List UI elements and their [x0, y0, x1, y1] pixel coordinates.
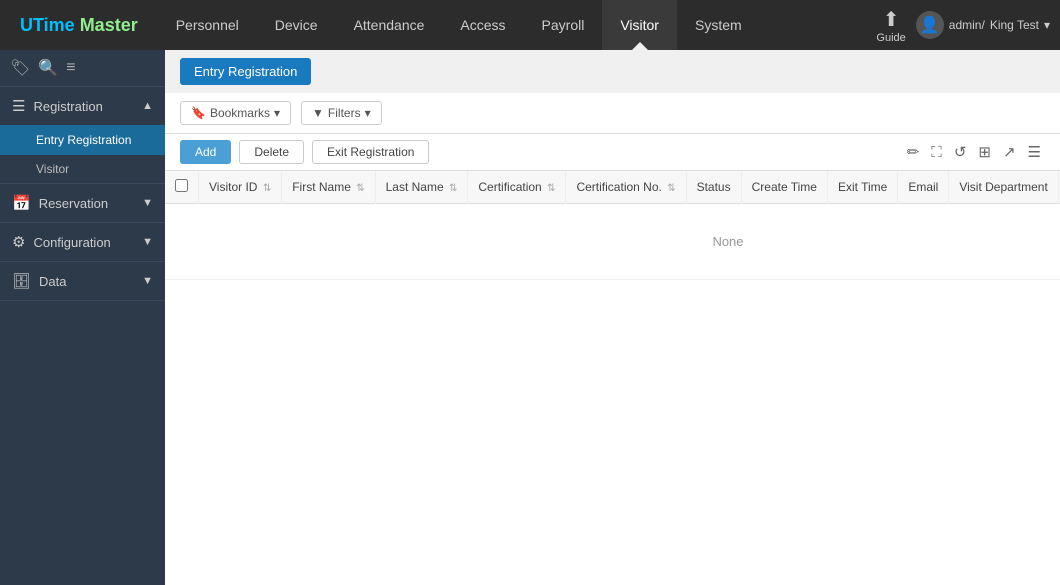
- certification-sort-icon: ⇅: [547, 183, 555, 194]
- bookmark-icon: 🔖: [191, 106, 206, 120]
- sidebar-section-registration: ☰ Registration ▲ Entry Registration Visi…: [0, 87, 165, 184]
- user-prefix: admin/: [949, 18, 985, 32]
- sidebar-section-configuration-header[interactable]: ⚙ Configuration ▼: [0, 223, 165, 261]
- col-visit-department: Visit Department: [949, 171, 1058, 204]
- select-all-checkbox[interactable]: [175, 179, 188, 192]
- expand-icon-button[interactable]: ⛶: [927, 142, 946, 163]
- nav-attendance[interactable]: Attendance: [336, 0, 443, 50]
- empty-state-text: None: [165, 204, 1060, 280]
- exit-registration-button[interactable]: Exit Registration: [312, 140, 429, 164]
- reservation-chevron-icon: ▼: [142, 197, 153, 209]
- delete-button[interactable]: Delete: [239, 140, 304, 164]
- registration-section-label: Registration: [33, 99, 102, 114]
- top-navigation: UTime Master Personnel Device Attendance…: [0, 0, 1060, 50]
- app-logo: UTime Master: [10, 15, 148, 36]
- content-header: Entry Registration: [165, 50, 1060, 93]
- filter-icon: ▼: [312, 106, 324, 120]
- col-status: Status: [686, 171, 741, 204]
- list-icon[interactable]: ≡: [66, 59, 75, 77]
- user-avatar: 👤: [916, 11, 944, 39]
- logo-master: Master: [80, 15, 138, 35]
- search-icon[interactable]: 🔍: [38, 58, 58, 78]
- main-content: Entry Registration 🔖 Bookmarks ▾ ▼ Filte…: [165, 50, 1060, 585]
- export-icon-button[interactable]: ↗: [999, 141, 1020, 163]
- table-empty-row: None: [165, 204, 1060, 280]
- col-create-time: Create Time: [741, 171, 827, 204]
- bookmarks-label: Bookmarks: [210, 106, 270, 120]
- guide-button[interactable]: ⬆ Guide: [876, 7, 905, 44]
- col-email: Email: [898, 171, 949, 204]
- sidebar: 🏷 🔍 ≡ ☰ Registration ▲ Entry Registratio…: [0, 50, 165, 585]
- edit-icon-button[interactable]: ✏: [903, 141, 924, 163]
- registration-chevron-icon: ▲: [142, 100, 153, 112]
- sidebar-section-reservation: 📅 Reservation ▼: [0, 184, 165, 223]
- filters-button[interactable]: ▼ Filters ▾: [301, 101, 382, 125]
- add-button[interactable]: Add: [180, 140, 231, 164]
- nav-access[interactable]: Access: [442, 0, 523, 50]
- bookmarks-chevron-icon: ▾: [274, 106, 280, 120]
- col-exit-time: Exit Time: [827, 171, 897, 204]
- user-name: King Test: [990, 18, 1039, 32]
- col-certification[interactable]: Certification ⇅: [468, 171, 566, 204]
- nav-system[interactable]: System: [677, 0, 760, 50]
- sidebar-section-data: 🗄 Data ▼: [0, 262, 165, 301]
- registration-section-icon: ☰: [12, 97, 25, 115]
- tag-icon[interactable]: 🏷: [10, 58, 30, 78]
- actions-bar: Add Delete Exit Registration ✏ ⛶ ↺ ⊞ ↗ ☰: [165, 134, 1060, 171]
- col-certification-no[interactable]: Certification No. ⇅: [566, 171, 686, 204]
- refresh-icon-button[interactable]: ↺: [950, 141, 971, 163]
- nav-right-section: ⬆ Guide 👤 admin/King Test ▾: [876, 7, 1050, 44]
- sidebar-section-reservation-header[interactable]: 📅 Reservation ▼: [0, 184, 165, 222]
- settings-icon-button[interactable]: ☰: [1024, 141, 1045, 163]
- visitor-id-sort-icon: ⇅: [263, 183, 271, 194]
- icon-buttons-group: ✏ ⛶ ↺ ⊞ ↗ ☰: [903, 141, 1045, 163]
- nav-personnel[interactable]: Personnel: [158, 0, 257, 50]
- data-section-icon: 🗄: [12, 272, 31, 290]
- reservation-section-icon: 📅: [12, 194, 31, 212]
- col-visitor-id[interactable]: Visitor ID ⇅: [199, 171, 282, 204]
- entry-registration-tab-button[interactable]: Entry Registration: [180, 58, 311, 85]
- logo-time: Time: [33, 15, 80, 35]
- nav-device[interactable]: Device: [257, 0, 336, 50]
- configuration-chevron-icon: ▼: [142, 236, 153, 248]
- guide-icon: ⬆: [883, 7, 900, 32]
- logo-utime: U: [20, 15, 33, 35]
- registration-section-items: Entry Registration Visitor: [0, 125, 165, 183]
- last-name-sort-icon: ⇅: [449, 183, 457, 194]
- nav-menu: Personnel Device Attendance Access Payro…: [158, 0, 877, 50]
- sidebar-section-data-header[interactable]: 🗄 Data ▼: [0, 262, 165, 300]
- configuration-section-label: Configuration: [33, 235, 110, 250]
- sidebar-item-entry-registration[interactable]: Entry Registration: [0, 125, 165, 155]
- sidebar-section-configuration: ⚙ Configuration ▼: [0, 223, 165, 262]
- certification-no-sort-icon: ⇅: [667, 183, 675, 194]
- nav-visitor[interactable]: Visitor: [602, 0, 677, 50]
- user-menu[interactable]: 👤 admin/King Test ▾: [916, 11, 1050, 39]
- checkbox-header[interactable]: [165, 171, 199, 204]
- reservation-section-label: Reservation: [39, 196, 108, 211]
- first-name-sort-icon: ⇅: [356, 183, 364, 194]
- configuration-section-icon: ⚙: [12, 233, 25, 251]
- columns-icon-button[interactable]: ⊞: [974, 141, 995, 163]
- col-last-name[interactable]: Last Name ⇅: [375, 171, 468, 204]
- data-table: Visitor ID ⇅ First Name ⇅ Last Name ⇅: [165, 171, 1060, 280]
- table-header-row: Visitor ID ⇅ First Name ⇅ Last Name ⇅: [165, 171, 1060, 204]
- sidebar-top-icons: 🏷 🔍 ≡: [0, 50, 165, 87]
- data-section-label: Data: [39, 274, 66, 289]
- bookmarks-button[interactable]: 🔖 Bookmarks ▾: [180, 101, 291, 125]
- filters-label: Filters: [328, 106, 361, 120]
- toolbar: 🔖 Bookmarks ▾ ▼ Filters ▾: [165, 93, 1060, 134]
- guide-label: Guide: [876, 32, 905, 44]
- user-dropdown-icon: ▾: [1044, 18, 1050, 32]
- filters-chevron-icon: ▾: [365, 106, 371, 120]
- data-table-container[interactable]: Visitor ID ⇅ First Name ⇅ Last Name ⇅: [165, 171, 1060, 585]
- col-first-name[interactable]: First Name ⇅: [282, 171, 375, 204]
- nav-payroll[interactable]: Payroll: [524, 0, 603, 50]
- sidebar-section-registration-header[interactable]: ☰ Registration ▲: [0, 87, 165, 125]
- main-layout: 🏷 🔍 ≡ ☰ Registration ▲ Entry Registratio…: [0, 50, 1060, 585]
- sidebar-item-visitor[interactable]: Visitor: [0, 155, 165, 183]
- data-chevron-icon: ▼: [142, 275, 153, 287]
